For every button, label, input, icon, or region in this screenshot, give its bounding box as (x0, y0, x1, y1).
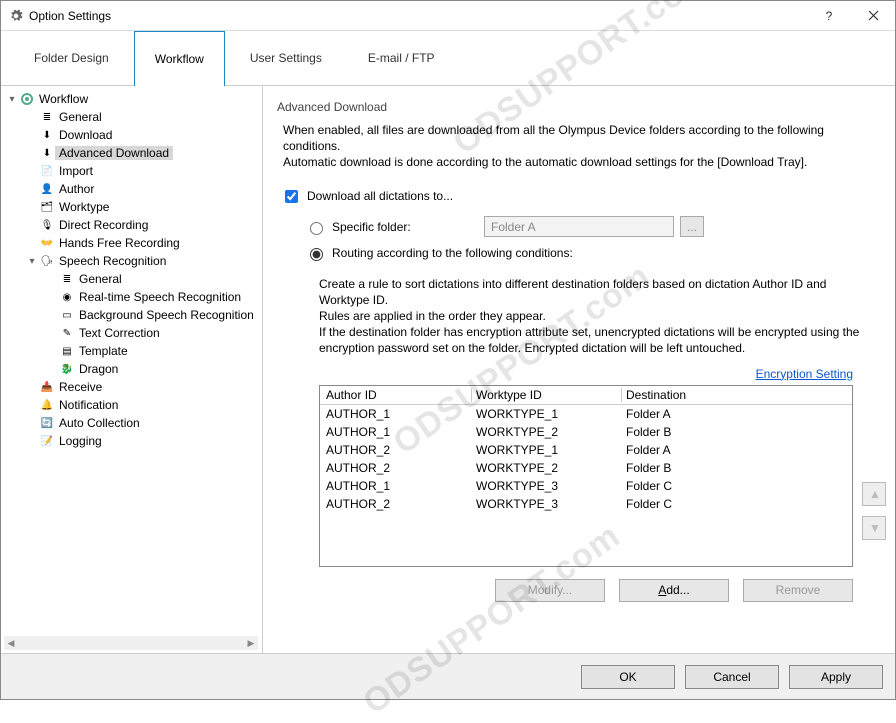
tree-item-notification[interactable]: 🔔Notification (1, 396, 262, 414)
table-row[interactable]: AUTHOR_2WORKTYPE_3Folder C (320, 495, 852, 513)
move-down-button: ▼ (862, 516, 886, 540)
tree-item-logging[interactable]: 📝Logging (1, 432, 262, 450)
gear-icon (9, 9, 23, 23)
tree-item-import[interactable]: 📄Import (1, 162, 262, 180)
radio-specific-folder[interactable] (310, 222, 323, 235)
move-up-button: ▲ (862, 482, 886, 506)
tree-item-auto-collection[interactable]: 🔄Auto Collection (1, 414, 262, 432)
table-row[interactable]: AUTHOR_1WORKTYPE_2Folder B (320, 423, 852, 441)
dialog-footer: OK Cancel Apply (1, 653, 895, 699)
ok-button[interactable]: OK (581, 665, 675, 689)
nav-tree[interactable]: ▾Workflow ≣General⬇Download⬇Advanced Dow… (1, 86, 263, 653)
tree-item-receive[interactable]: 📥Receive (1, 378, 262, 396)
tree-item-general[interactable]: ≣General (1, 108, 262, 126)
scroll-right-icon[interactable]: ▶ (244, 636, 258, 650)
cancel-button[interactable]: Cancel (685, 665, 779, 689)
tab-user-settings[interactable]: User Settings (229, 30, 343, 85)
window-title: Option Settings (29, 9, 807, 23)
table-row[interactable]: AUTHOR_1WORKTYPE_3Folder C (320, 477, 852, 495)
tree-item-worktype[interactable]: 🗂Worktype (1, 198, 262, 216)
reorder-arrows: ▲ ▼ (862, 482, 886, 550)
tab-bar: Folder Design Workflow User Settings E-m… (1, 31, 895, 86)
tree-item-speech-recognition[interactable]: ▾🗣Speech Recognition (1, 252, 262, 270)
tree-item-text-correction[interactable]: ✎Text Correction (1, 324, 262, 342)
titlebar: Option Settings ? (1, 1, 895, 31)
apply-button[interactable]: Apply (789, 665, 883, 689)
tab-folder-design[interactable]: Folder Design (13, 30, 130, 85)
tab-workflow[interactable]: Workflow (134, 31, 225, 86)
routing-row[interactable]: Routing according to the following condi… (305, 240, 877, 266)
tree-item-advanced-download[interactable]: ⬇Advanced Download (1, 144, 262, 162)
add-button[interactable]: Add... (619, 579, 729, 602)
tab-email-ftp[interactable]: E-mail / FTP (347, 30, 456, 85)
tree-item-dragon[interactable]: 🐉Dragon (1, 360, 262, 378)
browse-button: ... (680, 216, 704, 237)
close-button[interactable] (851, 1, 895, 30)
radio-routing[interactable] (310, 248, 323, 261)
help-button[interactable]: ? (807, 1, 851, 30)
tree-item-author[interactable]: 👤Author (1, 180, 262, 198)
panel-heading: Advanced Download (277, 100, 877, 114)
table-row[interactable]: AUTHOR_1WORKTYPE_1Folder A (320, 405, 852, 423)
tree-hscroll[interactable]: ◀ ▶ (4, 636, 258, 650)
panel-description: When enabled, all files are downloaded f… (283, 122, 877, 171)
rules-description: Create a rule to sort dictations into di… (319, 276, 871, 357)
tree-item-download[interactable]: ⬇Download (1, 126, 262, 144)
download-all-checkbox[interactable] (285, 190, 298, 203)
tree-item-real-time-speech-recognition[interactable]: ◉Real-time Speech Recognition (1, 288, 262, 306)
tree-item-template[interactable]: ▤Template (1, 342, 262, 360)
tree-item-direct-recording[interactable]: 🎙Direct Recording (1, 216, 262, 234)
modify-button: Modify... (495, 579, 605, 602)
remove-button: Remove (743, 579, 853, 602)
tree-item-background-speech-recognition[interactable]: ▭Background Speech Recognition (1, 306, 262, 324)
scroll-left-icon[interactable]: ◀ (4, 636, 18, 650)
specific-folder-row[interactable]: Specific folder: ... (305, 214, 877, 240)
tree-root[interactable]: ▾Workflow (1, 90, 262, 108)
table-row[interactable]: AUTHOR_2WORKTYPE_2Folder B (320, 459, 852, 477)
download-all-checkbox-row[interactable]: Download all dictations to... (281, 187, 877, 206)
table-row[interactable]: AUTHOR_2WORKTYPE_1Folder A (320, 441, 852, 459)
table-header: Author ID Worktype ID Destination (320, 386, 852, 405)
routing-table[interactable]: Author ID Worktype ID Destination AUTHOR… (319, 385, 853, 567)
tree-item-general[interactable]: ≣General (1, 270, 262, 288)
encryption-setting-link[interactable]: Encryption Setting (756, 367, 853, 381)
tree-item-hands-free-recording[interactable]: 👐Hands Free Recording (1, 234, 262, 252)
settings-panel: Advanced Download When enabled, all file… (263, 86, 895, 653)
specific-folder-input (484, 216, 674, 237)
